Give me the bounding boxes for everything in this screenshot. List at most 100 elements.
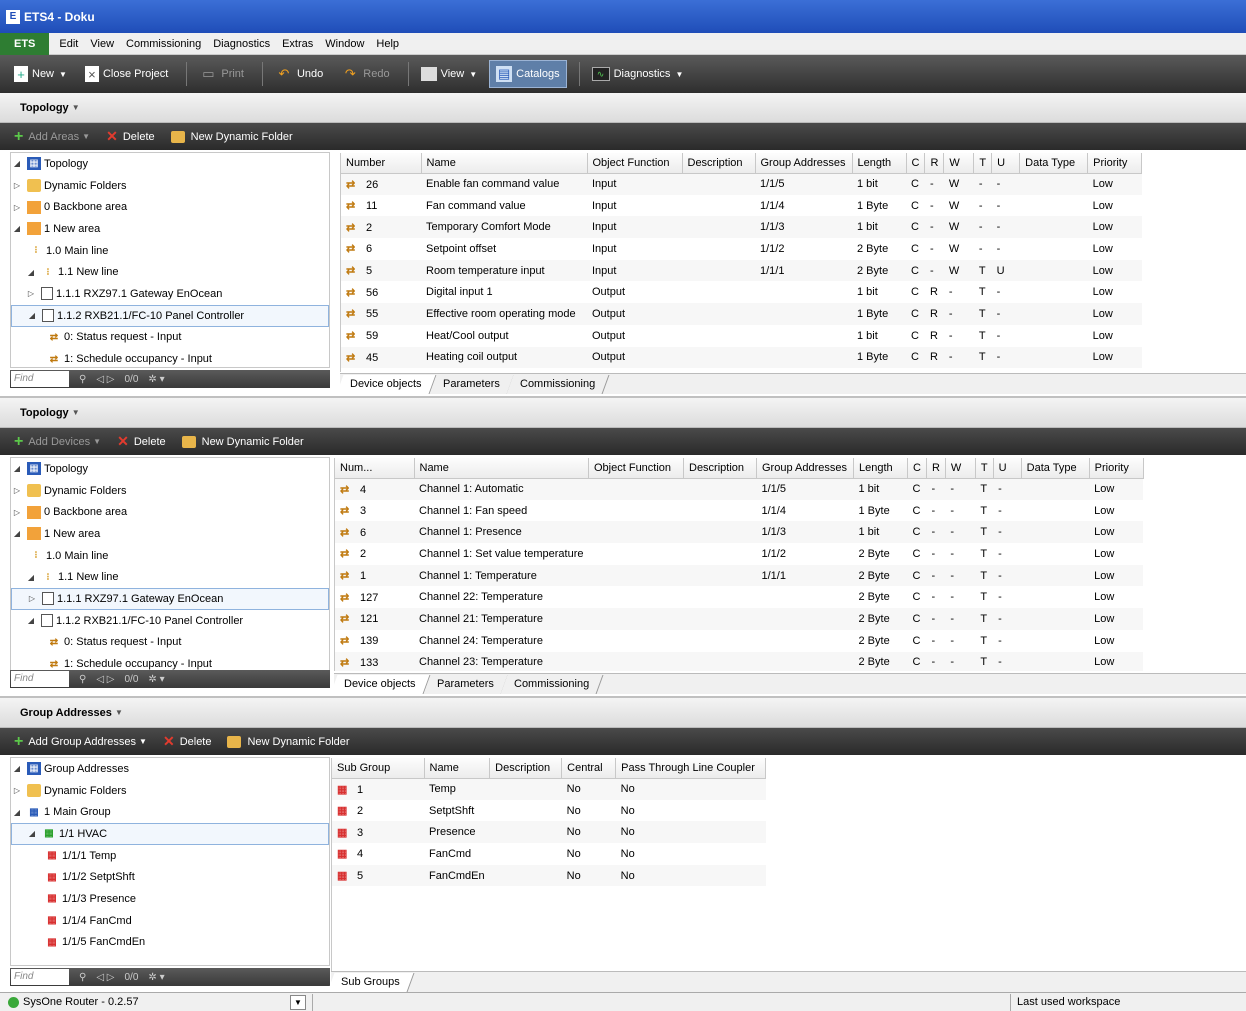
column-header[interactable]: Group Addresses bbox=[755, 153, 853, 174]
table-row[interactable]: ▦ 1 Temp No No bbox=[332, 778, 766, 800]
table-row[interactable]: ⇄ 2 Temporary Comfort Mode Input 1/1/3 1 bit C… bbox=[341, 216, 1142, 239]
tree-item[interactable]: ⇄ 0: Status request - Input bbox=[11, 327, 329, 349]
nav-arrows-icon[interactable]: ◁ ▷ bbox=[96, 972, 114, 983]
column-header[interactable]: Pass Through Line Coupler bbox=[615, 758, 767, 779]
column-header[interactable]: Description bbox=[682, 153, 756, 174]
gear-icon[interactable]: ✲ ▾ bbox=[148, 374, 164, 385]
connection-dropdown[interactable]: ▼ bbox=[290, 994, 306, 1010]
panel-header[interactable]: Topology ▼ bbox=[0, 93, 1246, 123]
tree-item[interactable]: ⁝ 1.0 Main line bbox=[11, 545, 329, 567]
tree-item[interactable]: ◢ ▦ Topology bbox=[11, 458, 329, 480]
tree-item[interactable]: ◢ 1.1.2 RXB21.1/FC-10 Panel Controller bbox=[11, 304, 329, 327]
add-devices-button[interactable]: + Add Devices ▼ bbox=[14, 433, 101, 451]
diagnostics-button[interactable]: ∿ Diagnostics ▼ bbox=[586, 60, 690, 88]
tab[interactable]: Device objects bbox=[336, 375, 437, 394]
column-header[interactable]: U bbox=[993, 458, 1022, 479]
gear-icon[interactable]: ✲ ▾ bbox=[148, 972, 164, 983]
column-header[interactable]: Num... bbox=[335, 458, 415, 479]
tree-item[interactable]: ⁝ 1.0 Main line bbox=[11, 240, 329, 262]
menu-diagnostics[interactable]: Diagnostics bbox=[207, 33, 276, 55]
table-row[interactable]: ⇄ 127 Channel 22: Temperature 2 Byte C - - T - Lo… bbox=[335, 586, 1143, 608]
tab[interactable]: Parameters bbox=[429, 375, 514, 394]
tree-item[interactable]: ▷ 1.1.1 RXZ97.1 Gateway EnOcean bbox=[11, 283, 329, 305]
column-header[interactable]: U bbox=[991, 153, 1021, 174]
table-row[interactable]: ⇄ 1 Channel 1: Temperature 1/1/1 2 Byte C - - T -… bbox=[335, 564, 1144, 587]
new-dynamic-folder-button[interactable]: New Dynamic Folder bbox=[227, 735, 350, 748]
table-row[interactable]: ⇄ 6 Channel 1: Presence 1/1/3 1 bit C - - T - Low bbox=[335, 521, 1144, 544]
column-header[interactable]: C bbox=[907, 458, 927, 479]
column-header[interactable]: T bbox=[975, 458, 994, 479]
delete-button[interactable]: ✕ Delete bbox=[163, 733, 212, 750]
tab[interactable]: Parameters bbox=[423, 675, 508, 694]
nav-arrows-icon[interactable]: ◁ ▷ bbox=[96, 374, 114, 385]
new-button[interactable]: + New ▼ bbox=[8, 60, 73, 88]
nav-arrows-icon[interactable]: ◁ ▷ bbox=[96, 674, 114, 685]
tree-item[interactable]: ▷ Dynamic Folders bbox=[11, 480, 329, 502]
connection-status[interactable]: SysOne Router - 0.2.57 bbox=[23, 996, 139, 1008]
table-row[interactable]: ⇄ 45 Heating coil output Output 1 Byte C R - T - L… bbox=[341, 346, 1142, 369]
column-header[interactable]: Data Type bbox=[1021, 458, 1090, 479]
column-header[interactable]: Number bbox=[341, 153, 422, 174]
tree-item[interactable]: ▦ 1/1/2 SetptShft bbox=[11, 866, 329, 888]
view-button[interactable]: View ▼ bbox=[415, 60, 484, 88]
tree-item[interactable]: ▦ 1/1/1 Temp bbox=[11, 845, 329, 867]
tree-item[interactable]: ◢ ▦ 1 Main Group bbox=[11, 801, 329, 823]
tree-item[interactable]: ◢ ⁝ 1.1 New line bbox=[11, 261, 329, 283]
workspace-label[interactable]: Last used workspace bbox=[1010, 993, 1246, 1011]
table-row[interactable]: ⇄ 26 Enable fan command value Input 1/1/5 1 b… bbox=[341, 173, 1142, 195]
menu-commissioning[interactable]: Commissioning bbox=[120, 33, 207, 55]
undo-button[interactable]: ↶ Undo bbox=[269, 60, 329, 88]
column-header[interactable]: R bbox=[926, 458, 946, 479]
tree-item[interactable]: ◢ ▦ Group Addresses bbox=[11, 758, 329, 780]
column-header[interactable]: Object Function bbox=[587, 153, 683, 174]
column-header[interactable]: Priority bbox=[1089, 458, 1144, 479]
tab[interactable]: Commissioning bbox=[506, 375, 611, 394]
column-header[interactable]: Name bbox=[424, 758, 491, 779]
add-group-addresses-button[interactable]: + Add Group Addresses ▼ bbox=[14, 733, 147, 751]
find-input[interactable]: Find bbox=[11, 371, 69, 387]
column-header[interactable]: T bbox=[973, 153, 993, 174]
close-project-button[interactable]: × Close Project bbox=[79, 60, 174, 88]
table-row[interactable]: ⇄ 2 Channel 1: Set value temperature 1/1/2 2… bbox=[335, 543, 1143, 565]
tree-item[interactable]: ⇄ 1: Schedule occupancy - Input bbox=[11, 348, 329, 367]
tree-item[interactable]: ▷ Dynamic Folders bbox=[11, 780, 329, 802]
column-header[interactable]: Description bbox=[489, 758, 563, 779]
table-row[interactable]: ▦ 3 Presence No No bbox=[332, 821, 766, 844]
table-row[interactable]: ▦ 5 FanCmdEn No No bbox=[332, 864, 766, 887]
tree-item[interactable]: ▷ Dynamic Folders bbox=[11, 175, 329, 197]
column-header[interactable]: Sub Group bbox=[332, 758, 425, 779]
column-header[interactable]: Data Type bbox=[1019, 153, 1089, 174]
search-icon[interactable]: ⚲ bbox=[79, 374, 86, 385]
tree-item[interactable]: ◢ ▦ 1/1 HVAC bbox=[11, 823, 329, 845]
tree-item[interactable]: ◢ 1 New area bbox=[11, 523, 329, 545]
tab[interactable]: Sub Groups bbox=[327, 973, 415, 992]
tree-item[interactable]: ▷ 0 Backbone area bbox=[11, 196, 329, 218]
table-row[interactable]: ⇄ 121 Channel 21: Temperature 2 Byte C - - T - Lo… bbox=[335, 608, 1144, 630]
column-header[interactable]: Name bbox=[421, 153, 588, 174]
menu-edit[interactable]: Edit bbox=[53, 33, 84, 55]
menu-view[interactable]: View bbox=[84, 33, 120, 55]
column-header[interactable]: Description bbox=[683, 458, 757, 479]
search-icon[interactable]: ⚲ bbox=[79, 972, 86, 983]
catalogs-button[interactable]: ▤ Catalogs bbox=[489, 60, 567, 88]
table-row[interactable]: ▦ 4 FanCmd No No bbox=[332, 843, 766, 865]
redo-button[interactable]: ↷ Redo bbox=[335, 60, 395, 88]
table-row[interactable]: ⇄ 133 Channel 23: Temperature 2 Byte C - - T - Lo… bbox=[335, 651, 1144, 671]
new-dynamic-folder-button[interactable]: New Dynamic Folder bbox=[181, 435, 304, 448]
table-row[interactable]: ▦ 2 SetptShft No No bbox=[332, 800, 766, 822]
search-icon[interactable]: ⚲ bbox=[79, 674, 86, 685]
panel-header[interactable]: Group Addresses ▼ bbox=[0, 698, 1246, 728]
tree-item[interactable]: ⇄ 0: Status request - Input bbox=[11, 632, 329, 654]
column-header[interactable]: Name bbox=[414, 458, 589, 479]
print-button[interactable]: ▭ Print bbox=[193, 60, 250, 88]
table-row[interactable]: ⇄ 4 Channel 1: Automatic 1/1/5 1 bit C - - T - Low bbox=[335, 478, 1144, 500]
column-header[interactable]: Central bbox=[561, 758, 617, 779]
panel-header[interactable]: Topology ▼ bbox=[0, 398, 1246, 428]
tab[interactable]: Commissioning bbox=[500, 675, 605, 694]
delete-button[interactable]: ✕ Delete bbox=[117, 433, 166, 450]
table-row[interactable]: ⇄ 5 Room temperature input Input 1/1/1 2 Byte… bbox=[341, 259, 1142, 282]
tree-item[interactable]: ▦ 1/1/5 FanCmdEn bbox=[11, 932, 329, 954]
menu-window[interactable]: Window bbox=[319, 33, 370, 55]
find-input[interactable]: Find bbox=[11, 671, 69, 687]
tree-item[interactable]: ◢ 1.1.2 RXB21.1/FC-10 Panel Controller bbox=[11, 610, 329, 632]
